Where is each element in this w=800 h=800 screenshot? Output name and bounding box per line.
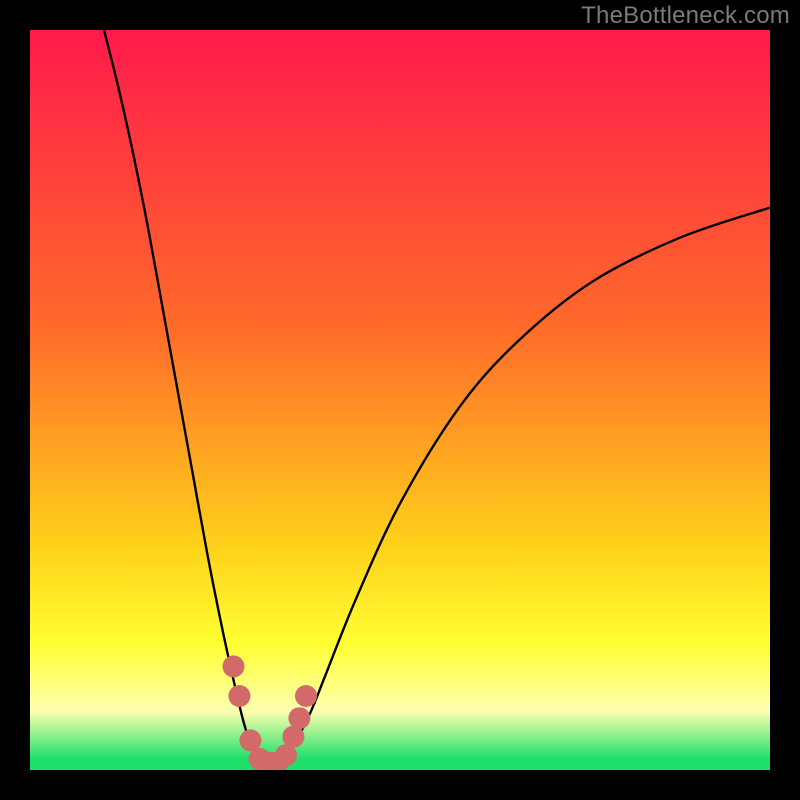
curve-marker bbox=[228, 685, 250, 707]
curve-marker bbox=[223, 655, 245, 677]
curve-marker bbox=[288, 707, 310, 729]
gradient-background bbox=[30, 30, 770, 770]
chart-frame: TheBottleneck.com bbox=[0, 0, 800, 800]
watermark-text: TheBottleneck.com bbox=[581, 2, 790, 30]
curve-marker bbox=[295, 685, 317, 707]
bottleneck-chart bbox=[30, 30, 770, 770]
plot-area bbox=[30, 30, 770, 770]
